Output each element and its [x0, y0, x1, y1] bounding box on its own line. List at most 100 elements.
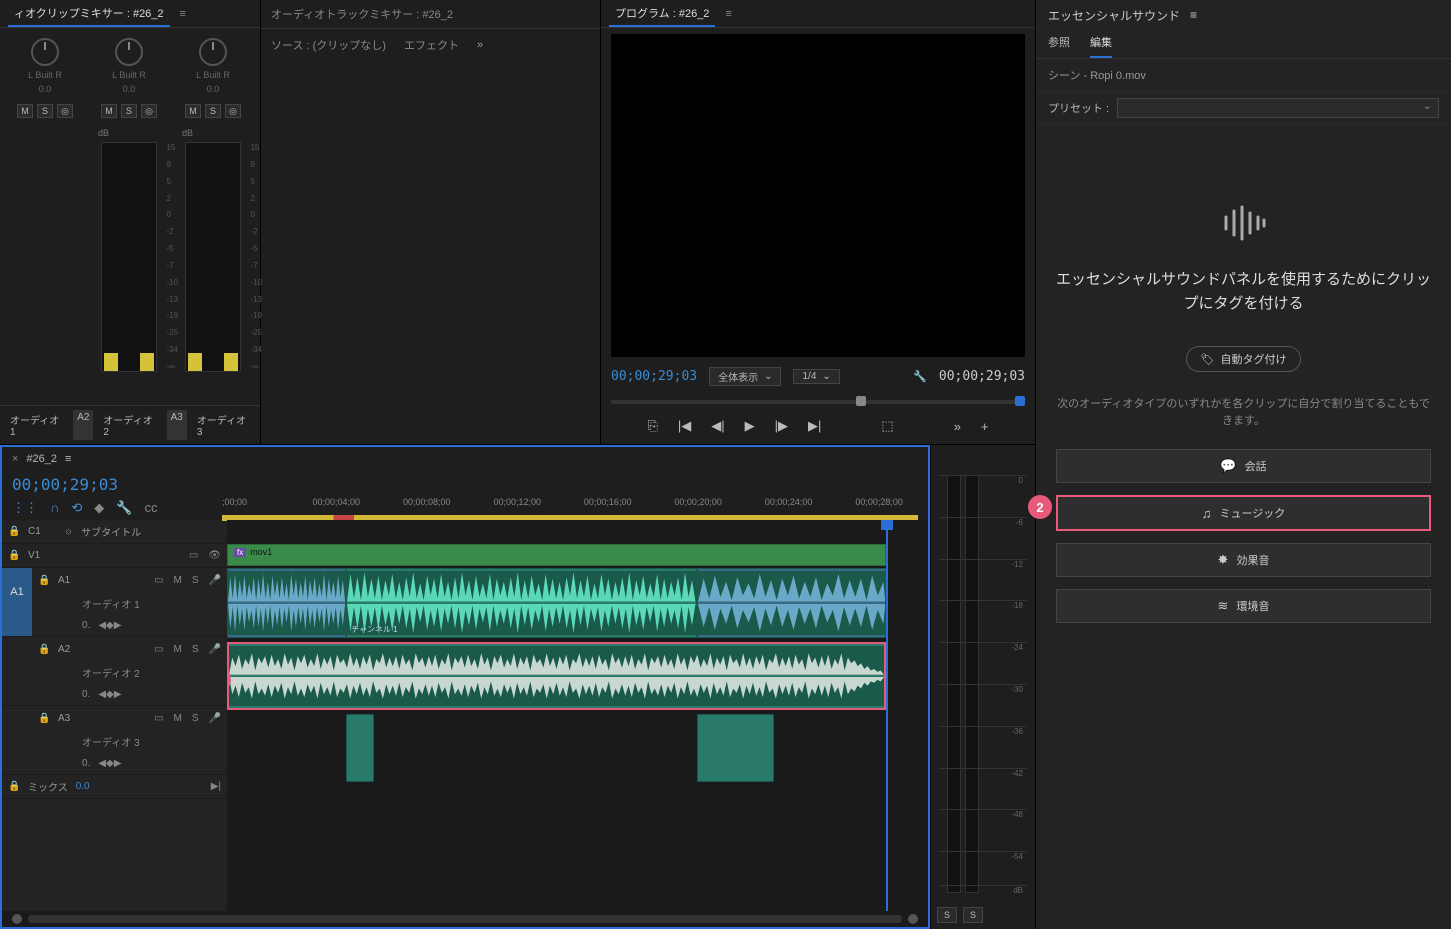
track-target[interactable]: A3: [58, 713, 86, 724]
linked-selection-icon[interactable]: ⟲: [71, 500, 82, 516]
record-button[interactable]: ◎: [225, 104, 241, 118]
voice-icon[interactable]: 🎤: [209, 575, 221, 586]
track-target[interactable]: A2: [58, 644, 86, 655]
keyframe-icon[interactable]: ▭: [154, 575, 163, 586]
voice-icon[interactable]: 🎤: [209, 644, 221, 655]
audio-clip[interactable]: fx: [697, 714, 774, 782]
overflow-icon[interactable]: »: [954, 419, 961, 434]
auto-tag-button[interactable]: 🏷 自動タグ付け: [1186, 346, 1302, 372]
audio-clip[interactable]: fx: [227, 568, 346, 638]
eye-icon[interactable]: 👁: [208, 550, 221, 561]
track-label[interactable]: オーディオ 3: [193, 410, 254, 440]
mix-track-label[interactable]: ミックス: [28, 779, 68, 794]
export-frame-icon[interactable]: ⎘: [647, 418, 657, 434]
marker-icon[interactable]: ◆: [94, 500, 104, 516]
panel-menu-icon[interactable]: ≡: [1190, 8, 1197, 22]
solo-button[interactable]: S: [37, 104, 53, 118]
track-label[interactable]: オーディオ 1: [6, 410, 67, 440]
play-icon[interactable]: ▶: [745, 418, 755, 434]
snap-icon[interactable]: ⋮⋮: [12, 500, 38, 516]
add-keyframe-icon[interactable]: ◆: [106, 758, 114, 769]
toggle-track-output-icon[interactable]: ▭: [189, 550, 198, 561]
lock-icon[interactable]: 🔒: [8, 781, 20, 792]
source-tab[interactable]: ソース : (クリップなし): [271, 37, 386, 53]
panel-menu-icon[interactable]: ≡: [180, 8, 186, 20]
lock-icon[interactable]: 🔒: [8, 526, 20, 537]
sfx-button[interactable]: ✸効果音: [1056, 543, 1431, 577]
solo-icon[interactable]: S: [192, 713, 199, 724]
track-volume[interactable]: 0.: [82, 620, 90, 631]
wrench-icon[interactable]: 🔧: [913, 370, 927, 383]
audio-clip[interactable]: fx: [346, 714, 374, 782]
mixer-tab[interactable]: ィオクリップミキサー : #26_2: [8, 1, 170, 27]
keyframe-icon[interactable]: ▭: [154, 713, 163, 724]
go-to-in-icon[interactable]: |◀: [678, 418, 691, 434]
voice-icon[interactable]: 🎤: [209, 713, 221, 724]
track-target[interactable]: V1: [28, 550, 56, 561]
audio-clip-selected[interactable]: fx: [227, 642, 886, 710]
audio-clip[interactable]: fx: [697, 568, 886, 638]
overflow-icon[interactable]: »: [477, 39, 483, 51]
step-back-icon[interactable]: ◀|: [711, 418, 724, 434]
mute-button[interactable]: M: [101, 104, 117, 118]
next-keyframe-icon[interactable]: ▶: [114, 689, 122, 700]
program-scrubber[interactable]: [611, 394, 1025, 410]
browse-tab[interactable]: 参照: [1048, 34, 1070, 58]
lift-icon[interactable]: ⬚: [881, 418, 893, 434]
lock-icon[interactable]: 🔒: [8, 550, 20, 561]
solo-icon[interactable]: S: [192, 575, 199, 586]
mute-icon[interactable]: M: [174, 575, 182, 586]
solo-button[interactable]: S: [121, 104, 137, 118]
pan-knob[interactable]: [199, 38, 227, 66]
lock-icon[interactable]: 🔒: [38, 713, 50, 724]
dialogue-button[interactable]: 💬会話: [1056, 449, 1431, 483]
track-name[interactable]: オーディオ 1: [82, 596, 140, 611]
audio-track-mixer-tab[interactable]: オーディオトラックミキサー : #26_2: [271, 6, 453, 22]
mute-button[interactable]: M: [17, 104, 33, 118]
settings-icon[interactable]: 🔧: [116, 500, 132, 516]
prev-keyframe-icon[interactable]: ◀: [98, 689, 106, 700]
mute-button[interactable]: M: [185, 104, 201, 118]
lock-icon[interactable]: 🔒: [38, 644, 50, 655]
track-name[interactable]: オーディオ 3: [82, 734, 140, 749]
track-label[interactable]: オーディオ 2: [99, 410, 160, 440]
track-name[interactable]: オーディオ 2: [82, 665, 140, 680]
ambience-button[interactable]: ≋環境音: [1056, 589, 1431, 623]
scale-dropdown[interactable]: 1/4 ⌄: [793, 369, 839, 384]
music-button[interactable]: ♫ミュージック: [1056, 495, 1431, 531]
next-keyframe-icon[interactable]: ▶: [114, 758, 122, 769]
step-forward-icon[interactable]: |▶: [775, 418, 788, 434]
track-volume[interactable]: 0.: [82, 758, 90, 769]
fit-dropdown[interactable]: 全体表示 ⌄: [709, 367, 781, 386]
edit-tab[interactable]: 編集: [1090, 34, 1112, 58]
record-button[interactable]: ◎: [141, 104, 157, 118]
prev-keyframe-icon[interactable]: ◀: [98, 758, 106, 769]
solo-button[interactable]: S: [205, 104, 221, 118]
add-button-icon[interactable]: +: [981, 419, 989, 434]
caption-icon[interactable]: cc: [144, 500, 157, 516]
program-tab[interactable]: プログラム : #26_2: [609, 1, 715, 27]
next-keyframe-icon[interactable]: ▶: [114, 620, 122, 631]
solo-icon[interactable]: S: [192, 644, 199, 655]
preset-dropdown[interactable]: [1117, 98, 1439, 118]
close-sequence-icon[interactable]: ×: [12, 453, 18, 465]
timeline-track-area[interactable]: fxmov1 fx fx チャンネル 1 fx: [227, 520, 928, 911]
timeline-zoom-scrollbar[interactable]: [2, 911, 928, 927]
mute-icon[interactable]: M: [174, 713, 182, 724]
add-keyframe-icon[interactable]: ◆: [106, 689, 114, 700]
a1-source-patch[interactable]: A1: [2, 568, 32, 636]
add-keyframe-icon[interactable]: ◆: [106, 620, 114, 631]
solo-button[interactable]: S: [937, 907, 957, 923]
program-viewer[interactable]: [611, 34, 1025, 357]
track-volume[interactable]: 0.: [82, 689, 90, 700]
go-to-out-icon[interactable]: ▶|: [808, 418, 821, 434]
time-ruler[interactable]: ;00;00 00;00;04;00 00;00;08;00 00;00;12;…: [222, 497, 918, 515]
record-button[interactable]: ◎: [57, 104, 73, 118]
panel-menu-icon[interactable]: ≡: [725, 8, 731, 20]
lock-icon[interactable]: 🔒: [38, 575, 50, 586]
track-target[interactable]: C1: [28, 526, 56, 537]
magnet-icon[interactable]: ∩: [50, 500, 59, 516]
mute-icon[interactable]: M: [174, 644, 182, 655]
video-clip[interactable]: fxmov1: [227, 544, 886, 566]
skip-icon[interactable]: ▶|: [211, 781, 221, 792]
